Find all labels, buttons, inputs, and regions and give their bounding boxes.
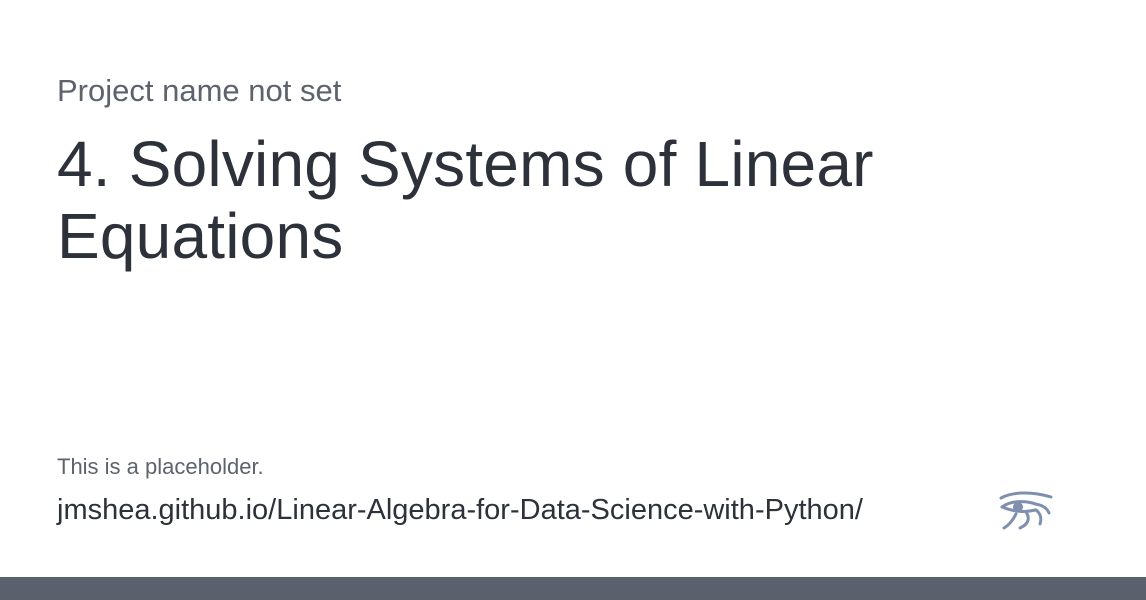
eye-of-horus-icon — [999, 491, 1053, 530]
bottom-bar — [0, 577, 1146, 600]
social-card: Project name not set 4. Solving Systems … — [0, 0, 1146, 600]
placeholder-text: This is a placeholder. — [57, 454, 264, 479]
project-name: Project name not set — [57, 73, 342, 108]
site-url: jmshea.github.io/Linear-Algebra-for-Data… — [57, 494, 863, 526]
page-title: 4. Solving Systems of Linear Equations — [57, 128, 874, 272]
